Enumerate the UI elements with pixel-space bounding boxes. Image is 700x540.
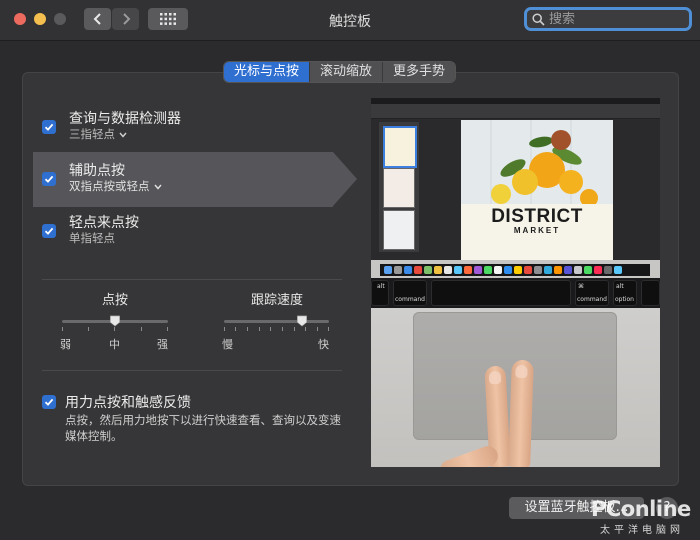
force-click-checkbox[interactable] — [42, 395, 56, 409]
gesture-preview: DISTRICT MARKET alt command ⌘ command al… — [371, 98, 660, 467]
preview-dock — [380, 264, 650, 276]
slider-tick — [235, 327, 236, 331]
checkmark-icon — [44, 175, 54, 183]
preview-key-command-right: ⌘ command — [575, 280, 609, 306]
click-slider-title: 点按 — [101, 293, 128, 308]
preview-page-thumbnail — [383, 210, 415, 250]
slider-tick — [167, 327, 168, 331]
tap-to-click-label: 轻点来点按 — [69, 215, 139, 231]
secondary-click-checkbox[interactable] — [42, 172, 56, 186]
preview-key-option: alt option — [613, 280, 637, 306]
tap-to-click-checkbox[interactable] — [42, 224, 56, 238]
preview-keyboard: alt command ⌘ command alt option — [371, 278, 660, 308]
preview-key-arrow — [641, 280, 660, 306]
slider-tick — [88, 327, 89, 331]
lookup-checkbox[interactable] — [42, 120, 56, 134]
tab-bar: 光标与点按 滚动缩放 更多手势 — [224, 62, 456, 82]
preview-page-thumbnail — [383, 126, 417, 168]
slider-tick — [282, 327, 283, 331]
checkmark-icon — [44, 123, 54, 131]
force-click-description: 点按，然后用力地按下以进行快速查看、查询以及变速媒体控制。 — [65, 413, 341, 443]
click-slider-mid-label: 中 — [109, 338, 120, 351]
slider-tick — [270, 327, 271, 331]
slider-tick — [259, 327, 260, 331]
highlight-pointer — [333, 152, 357, 206]
slider-tick — [294, 327, 295, 331]
search-field[interactable] — [524, 7, 692, 31]
preview-key-command-left: command — [393, 280, 427, 306]
slider-tick — [114, 327, 115, 331]
watermark-logo: PConline — [591, 497, 691, 521]
search-input[interactable] — [549, 11, 684, 27]
click-slider-min-label: 弱 — [60, 338, 71, 351]
preview-document: DISTRICT MARKET — [461, 120, 613, 260]
slider-tick — [141, 327, 142, 331]
preview-document-subtitle: MARKET — [513, 226, 561, 235]
preview-toolbar — [371, 104, 660, 119]
secondary-click-label: 辅助点按 — [69, 163, 125, 179]
slider-tick — [317, 327, 318, 331]
search-icon — [532, 13, 545, 26]
slider-tick — [328, 327, 329, 331]
preview-page-thumbnail — [383, 168, 415, 208]
watermark-subtitle: 太平洋电脑网 — [600, 525, 684, 536]
slider-tick — [224, 327, 225, 331]
secondary-click-gesture-menu[interactable]: 双指点按或轻点 — [69, 178, 162, 194]
tap-to-click-gesture: 单指轻点 — [69, 231, 115, 245]
checkmark-icon — [44, 227, 54, 235]
slider-tick — [305, 327, 306, 331]
preview-key-alt: alt — [371, 280, 389, 306]
tab-more-gestures[interactable]: 更多手势 — [383, 62, 456, 82]
slider-tick — [62, 327, 63, 331]
preview-finger — [508, 359, 534, 467]
divider — [42, 370, 342, 371]
force-click-label: 用力点按和触感反馈 — [65, 395, 191, 411]
secondary-click-gesture-value: 双指点按或轻点 — [69, 179, 150, 193]
title-bar: 触控板 — [0, 0, 700, 41]
preview-key-space — [431, 280, 571, 306]
slider-tick — [247, 327, 248, 331]
checkmark-icon — [44, 398, 54, 406]
preview-document-title: DISTRICT — [491, 206, 583, 227]
tracking-slider-title: 跟踪速度 — [250, 293, 303, 308]
lookup-gesture-menu[interactable]: 三指轻点 — [69, 126, 127, 142]
preview-document-photo — [461, 120, 613, 207]
tab-point-and-click[interactable]: 光标与点按 — [224, 62, 311, 82]
tracking-slider-thumb[interactable] — [296, 315, 308, 327]
lookup-label: 查询与数据检测器 — [69, 111, 181, 127]
tab-scroll-and-zoom[interactable]: 滚动缩放 — [310, 62, 384, 82]
preview-thumbnail-sidebar — [379, 122, 419, 252]
divider — [42, 279, 342, 280]
tracking-slider-min-label: 慢 — [222, 338, 233, 351]
chevron-down-icon — [153, 184, 162, 190]
tracking-slider-max-label: 快 — [318, 338, 329, 351]
lookup-gesture-value: 三指轻点 — [69, 127, 115, 141]
chevron-down-icon — [119, 132, 127, 138]
click-slider-max-label: 强 — [157, 338, 168, 351]
click-slider-thumb[interactable] — [109, 315, 121, 327]
tracking-slider-track[interactable] — [224, 320, 329, 323]
citrus-illustration — [461, 120, 613, 207]
